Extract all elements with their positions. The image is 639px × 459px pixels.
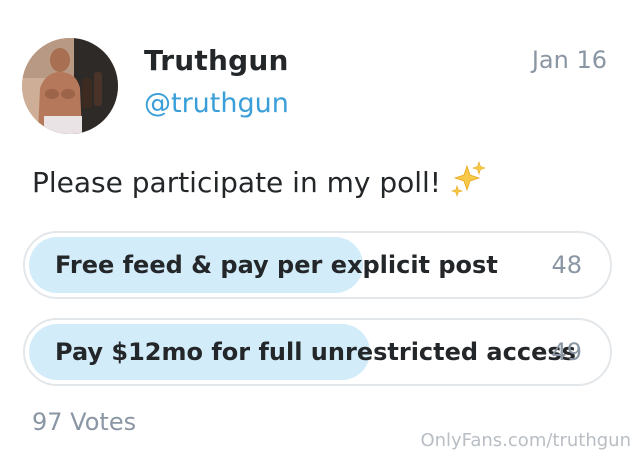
watermark: OnlyFans.com/truthgun	[420, 430, 631, 451]
author-handle[interactable]: @truthgun	[144, 88, 289, 119]
poll-option-label: Free feed & pay per explicit post	[55, 251, 498, 279]
post-text: Please participate in my poll!	[32, 166, 442, 199]
poll-option-label: Pay $12mo for full unrestricted access	[55, 338, 576, 366]
author-name[interactable]: Truthgun	[144, 44, 289, 77]
poll-option-free-feed[interactable]: Free feed & pay per explicit post 48	[23, 231, 612, 299]
sparkles-icon	[451, 161, 486, 197]
avatar[interactable]	[22, 38, 118, 134]
poll-option-count: 49	[551, 338, 582, 366]
post-card: Truthgun @truthgun Jan 16 Please partici…	[0, 0, 639, 459]
poll-option-count: 48	[551, 251, 582, 279]
avatar-photo	[22, 38, 118, 134]
poll-total-votes: 97 Votes	[32, 408, 137, 436]
poll-option-full-access[interactable]: Pay $12mo for full unrestricted access 4…	[23, 318, 612, 386]
post-text-line: Please participate in my poll!	[32, 160, 487, 199]
post-date[interactable]: Jan 16	[532, 46, 607, 74]
